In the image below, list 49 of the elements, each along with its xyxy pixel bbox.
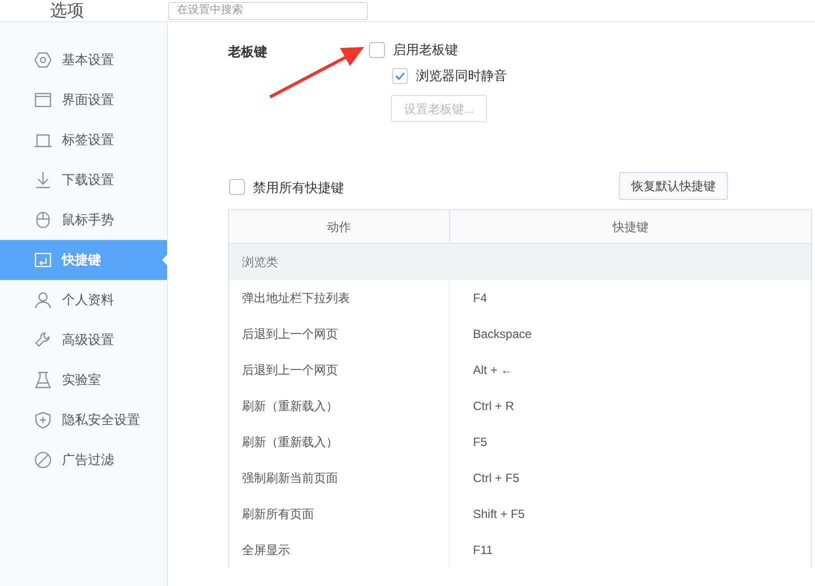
sidebar-item[interactable]: 实验室 (0, 360, 167, 400)
table-cell-text: F11 (472, 542, 494, 559)
sidebar-item[interactable]: 鼠标手势 (0, 200, 167, 240)
table-cell-text: Ctrl + R (472, 398, 516, 415)
mouse-icon (34, 211, 52, 229)
sidebar-item[interactable]: 广告过滤 (0, 440, 167, 480)
sidebar-item[interactable]: 隐私安全设置 (0, 400, 167, 440)
restore-defaults-button[interactable]: 恢复默认快捷键 (619, 172, 728, 200)
group-row: 浏览类 (229, 244, 811, 280)
sidebar-item[interactable]: 高级设置 (0, 320, 167, 360)
table-cell-text: Backspace (472, 326, 533, 343)
sidebar-item[interactable]: 下载设置 (0, 160, 167, 200)
table-cell: 刷新（重新载入） (229, 424, 450, 460)
sidebar-item[interactable]: 基本设置 (0, 40, 167, 80)
column-header: 快捷键 (611, 218, 650, 236)
table-cell-text: Ctrl + F5 (472, 470, 520, 487)
table-cell: 后退到上一个网页 (229, 316, 450, 352)
sidebar-item[interactable]: 界面设置 (0, 80, 167, 120)
download-icon (34, 171, 52, 189)
prohibited-icon (34, 451, 52, 469)
shield-icon (34, 411, 52, 429)
table-cell-text: F5 (472, 434, 488, 451)
table-cell: 后退到上一个网页 (229, 352, 450, 388)
column-header: 动作 (229, 210, 450, 243)
option-label: 浏览器同时静音 (416, 67, 507, 86)
window-title: 选项 (49, 0, 85, 20)
table-cell: 刷新（重新载入） (229, 388, 450, 424)
option-label: 禁用所有快捷键 (253, 178, 344, 196)
user-icon (34, 291, 52, 309)
checkbox[interactable] (392, 68, 408, 84)
table-cell-text: Alt + ← (472, 362, 514, 379)
section-heading: 老板键 (228, 44, 267, 59)
window-icon (34, 91, 52, 109)
option-label: 启用老板键 (393, 41, 458, 60)
enter-key-icon (34, 251, 52, 269)
table-cell: 弹出地址栏下拉列表 (229, 280, 450, 316)
table-cell: 刷新所有页面 (229, 496, 450, 532)
table-cell: 全屏显示 (229, 532, 450, 568)
checkbox[interactable] (369, 42, 385, 58)
table-cell: 强制刷新当前页面 (229, 460, 450, 496)
flask-icon (34, 371, 52, 389)
table-cell-text: F4 (472, 290, 488, 307)
checkmark-icon (394, 70, 406, 82)
sidebar-item[interactable]: 个人资料 (0, 280, 167, 320)
wrench-icon (34, 331, 52, 349)
sidebar-item[interactable]: 标签设置 (0, 120, 167, 160)
hexagon-icon (34, 51, 52, 69)
checkbox[interactable] (229, 179, 245, 196)
table-cell-text: Shift + F5 (472, 506, 526, 523)
